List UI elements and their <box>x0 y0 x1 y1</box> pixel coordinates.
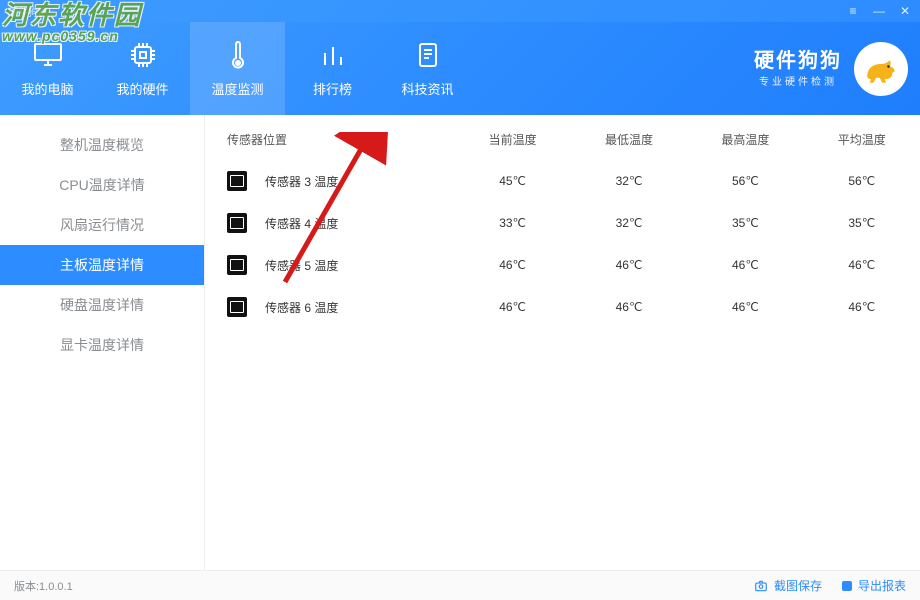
chip-icon <box>127 39 159 71</box>
cell-current: 45℃ <box>454 160 570 202</box>
nav-label: 排行榜 <box>313 79 352 98</box>
brand: 硬件狗狗 专业硬件检测 <box>754 42 908 96</box>
screenshot-label: 截图保存 <box>774 577 822 594</box>
sidebar-item-overview[interactable]: 整机温度概览 <box>0 125 204 165</box>
monitor-icon <box>32 39 64 71</box>
minimize-icon[interactable]: — <box>872 4 886 18</box>
thermometer-icon <box>222 39 254 71</box>
version-label: 版本:1.0.0.1 <box>14 578 73 594</box>
nav-ranking[interactable]: 排行榜 <box>285 22 380 115</box>
col-max: 最高温度 <box>687 115 803 160</box>
sidebar: 整机温度概览 CPU温度详情 风扇运行情况 主板温度详情 硬盘温度详情 显卡温度… <box>0 115 205 570</box>
nav-label: 科技资讯 <box>401 79 453 98</box>
export-icon <box>842 581 852 591</box>
table-row: 传感器 4 温度33℃32℃35℃35℃ <box>205 202 920 244</box>
cell-avg: 35℃ <box>804 202 920 244</box>
header: 我的电脑 我的硬件 温度监测 排行榜 科技资讯 硬件狗狗 专业硬件检测 <box>0 22 920 115</box>
brand-subtitle: 专业硬件检测 <box>754 76 842 91</box>
sensor-icon <box>227 213 247 233</box>
cell-max: 35℃ <box>687 202 803 244</box>
cell-avg: 46℃ <box>804 286 920 328</box>
cell-sensor: 传感器 3 温度 <box>205 160 454 202</box>
col-sensor: 传感器位置 <box>205 115 454 160</box>
cell-min: 32℃ <box>571 202 687 244</box>
export-label: 导出报表 <box>858 577 906 594</box>
main-area: 整机温度概览 CPU温度详情 风扇运行情况 主板温度详情 硬盘温度详情 显卡温度… <box>0 115 920 570</box>
brand-text: 硬件狗狗 专业硬件检测 <box>754 47 842 91</box>
cell-sensor: 传感器 4 温度 <box>205 202 454 244</box>
sidebar-item-label: 显卡温度详情 <box>60 335 144 355</box>
col-min: 最低温度 <box>571 115 687 160</box>
sidebar-item-label: 整机温度概览 <box>60 135 144 155</box>
sidebar-item-cpu[interactable]: CPU温度详情 <box>0 165 204 205</box>
temperature-table: 传感器位置 当前温度 最低温度 最高温度 平均温度 传感器 3 温度45℃32℃… <box>205 115 920 328</box>
table-row: 传感器 6 温度46℃46℃46℃46℃ <box>205 286 920 328</box>
cell-max: 46℃ <box>687 244 803 286</box>
sidebar-item-gpu[interactable]: 显卡温度详情 <box>0 325 204 365</box>
cell-min: 46℃ <box>571 244 687 286</box>
sensor-icon <box>227 255 247 275</box>
news-icon <box>412 39 444 71</box>
cell-current: 33℃ <box>454 202 570 244</box>
camera-icon <box>754 579 768 593</box>
cell-max: 46℃ <box>687 286 803 328</box>
cell-sensor: 传感器 5 温度 <box>205 244 454 286</box>
nav-temp-monitor[interactable]: 温度监测 <box>190 22 285 115</box>
table-header-row: 传感器位置 当前温度 最低温度 最高温度 平均温度 <box>205 115 920 160</box>
nav-label: 我的电脑 <box>21 79 73 98</box>
cell-avg: 56℃ <box>804 160 920 202</box>
sensor-icon <box>227 171 247 191</box>
sidebar-item-disk[interactable]: 硬盘温度详情 <box>0 285 204 325</box>
brand-title: 硬件狗狗 <box>754 47 842 76</box>
cell-max: 56℃ <box>687 160 803 202</box>
screenshot-button[interactable]: 截图保存 <box>754 577 822 594</box>
close-icon[interactable]: ✕ <box>898 4 912 18</box>
title-bar: 硬件狗狗 ≡ — ✕ <box>0 0 920 22</box>
sidebar-item-label: CPU温度详情 <box>59 175 145 195</box>
sidebar-item-motherboard[interactable]: 主板温度详情 <box>0 245 204 285</box>
nav-label: 温度监测 <box>211 79 263 98</box>
cell-current: 46℃ <box>454 244 570 286</box>
cell-min: 32℃ <box>571 160 687 202</box>
export-button[interactable]: 导出报表 <box>842 577 906 594</box>
sidebar-item-label: 硬盘温度详情 <box>60 295 144 315</box>
chart-icon <box>317 39 349 71</box>
menu-icon[interactable]: ≡ <box>846 4 860 18</box>
sidebar-item-label: 风扇运行情况 <box>60 215 144 235</box>
brand-logo <box>854 42 908 96</box>
cell-min: 46℃ <box>571 286 687 328</box>
cell-avg: 46℃ <box>804 244 920 286</box>
col-avg: 平均温度 <box>804 115 920 160</box>
table-row: 传感器 5 温度46℃46℃46℃46℃ <box>205 244 920 286</box>
cell-current: 46℃ <box>454 286 570 328</box>
cell-sensor: 传感器 6 温度 <box>205 286 454 328</box>
title-bar-controls: ≡ — ✕ <box>846 4 912 18</box>
footer: 版本:1.0.0.1 截图保存 导出报表 <box>0 570 920 600</box>
footer-actions: 截图保存 导出报表 <box>754 577 906 594</box>
table-row: 传感器 3 温度45℃32℃56℃56℃ <box>205 160 920 202</box>
content: 传感器位置 当前温度 最低温度 最高温度 平均温度 传感器 3 温度45℃32℃… <box>205 115 920 570</box>
sidebar-item-label: 主板温度详情 <box>60 255 144 275</box>
sidebar-item-fan[interactable]: 风扇运行情况 <box>0 205 204 245</box>
nav-my-computer[interactable]: 我的电脑 <box>0 22 95 115</box>
nav-label: 我的硬件 <box>116 79 168 98</box>
col-current: 当前温度 <box>454 115 570 160</box>
app-title: 硬件狗狗 <box>8 4 48 19</box>
nav-my-hardware[interactable]: 我的硬件 <box>95 22 190 115</box>
nav-tech-news[interactable]: 科技资讯 <box>380 22 475 115</box>
sensor-icon <box>227 297 247 317</box>
